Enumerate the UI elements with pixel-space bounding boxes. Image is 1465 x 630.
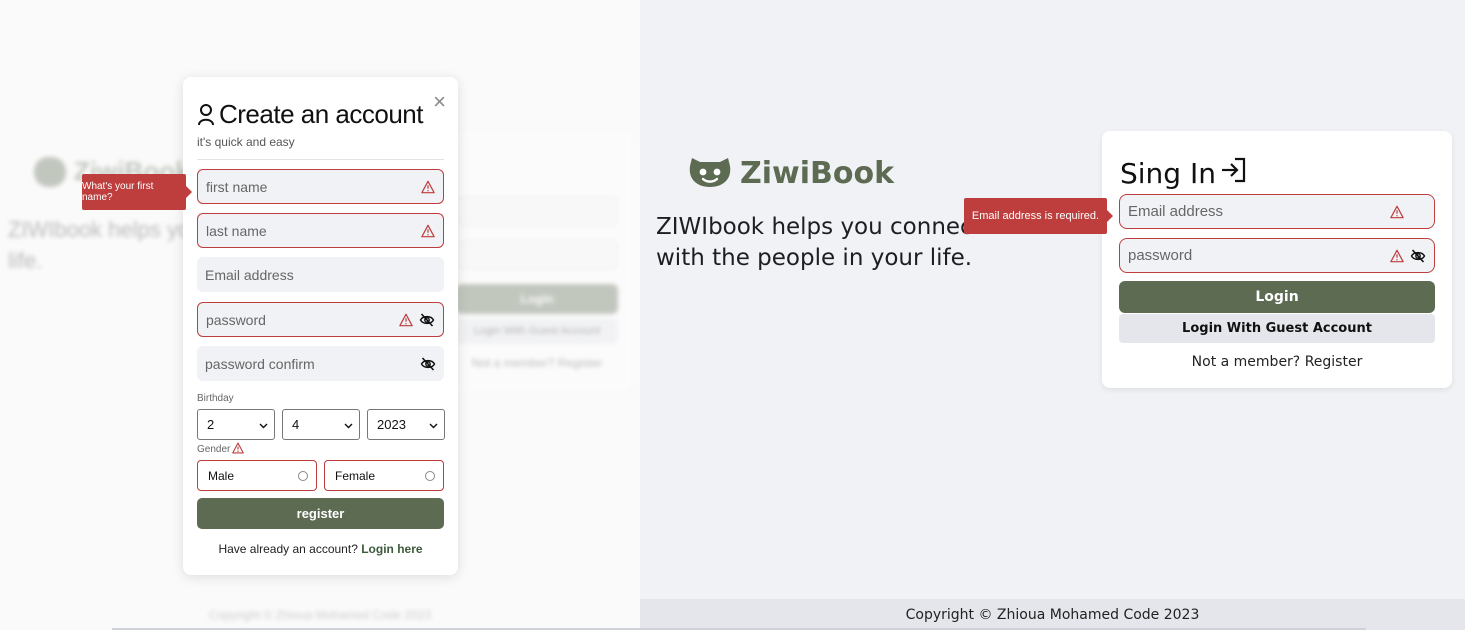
have-account-row: Have already an account? Login here bbox=[183, 542, 458, 556]
first-name-error-tooltip: What's your first name? bbox=[82, 174, 192, 210]
footer: Copyright © Zhioua Mohamed Code 2023 bbox=[640, 599, 1465, 630]
password-field bbox=[1119, 238, 1435, 273]
birthday-row: 2 4 2023 bbox=[197, 409, 445, 440]
first-name-field bbox=[197, 169, 444, 204]
email-error-tooltip: Email address is required. bbox=[964, 198, 1113, 234]
email-input[interactable] bbox=[1128, 203, 1386, 220]
chevron-down-icon bbox=[259, 417, 268, 432]
login-here-link[interactable]: Login here bbox=[361, 542, 422, 556]
radio-button[interactable] bbox=[298, 470, 308, 481]
warning-icon bbox=[417, 224, 435, 238]
chevron-down-icon bbox=[429, 417, 438, 432]
bg-email-field bbox=[456, 196, 618, 226]
divider bbox=[197, 159, 444, 160]
last-name-input[interactable] bbox=[206, 222, 417, 239]
gender-option-label: Female bbox=[335, 468, 376, 483]
password-input[interactable] bbox=[1128, 247, 1386, 264]
ziwibook-logo-icon bbox=[688, 154, 732, 193]
gender-option-female[interactable]: Female bbox=[324, 460, 444, 491]
brand-name: ZiwiBook bbox=[740, 156, 895, 191]
first-name-input[interactable] bbox=[206, 178, 417, 195]
eye-slash-icon[interactable] bbox=[1404, 248, 1426, 264]
login-button[interactable]: Login bbox=[1119, 281, 1435, 313]
bg-guest-button: Login With Guest Account bbox=[456, 318, 618, 344]
login-screen: ZiwiBook ZIWIbook helps you connect and … bbox=[640, 0, 1465, 630]
warning-icon bbox=[395, 313, 413, 327]
warning-icon bbox=[232, 442, 245, 457]
warning-icon bbox=[1386, 205, 1404, 219]
birth-day-value: 2 bbox=[207, 417, 215, 432]
have-account-text: Have already an account? bbox=[218, 542, 358, 556]
gender-option-male[interactable]: Male bbox=[197, 460, 317, 491]
gender-option-label: Male bbox=[208, 468, 235, 483]
email-field bbox=[1119, 194, 1435, 229]
email-field bbox=[197, 257, 444, 292]
sign-in-card: Sing In Login Login With Guest Account N… bbox=[1102, 131, 1452, 388]
sign-in-title: Sing In bbox=[1120, 156, 1248, 191]
bg-logo-icon bbox=[34, 156, 66, 187]
copyright-text: Copyright © Zhioua Mohamed Code 2023 bbox=[905, 607, 1200, 623]
birthday-label: Birthday bbox=[197, 393, 234, 404]
chevron-down-icon bbox=[344, 417, 353, 432]
birth-month-value: 4 bbox=[292, 417, 300, 432]
tagline-line-2: with the people in your life. bbox=[656, 245, 973, 271]
warning-icon bbox=[417, 180, 435, 194]
bg-login-button: Login bbox=[456, 284, 618, 314]
modal-subtitle: it's quick and easy bbox=[197, 135, 295, 149]
eye-slash-icon[interactable] bbox=[414, 356, 436, 372]
birth-year-value: 2023 bbox=[377, 417, 406, 432]
register-link[interactable]: Not a member? Register bbox=[1102, 354, 1452, 370]
last-name-field bbox=[197, 213, 444, 248]
user-icon bbox=[197, 103, 215, 127]
password-confirm-input[interactable] bbox=[205, 355, 414, 372]
modal-title: Create an account bbox=[197, 99, 423, 130]
gender-label-row: Gender bbox=[197, 442, 245, 457]
brand: ZiwiBook bbox=[688, 154, 894, 193]
password-input[interactable] bbox=[206, 311, 395, 328]
password-field bbox=[197, 302, 444, 337]
register-modal: × Create an account it's quick and easy bbox=[183, 77, 458, 575]
warning-icon bbox=[1386, 249, 1404, 263]
bg-password-field bbox=[456, 240, 618, 270]
eye-slash-icon[interactable] bbox=[413, 312, 435, 328]
bg-register-prompt: Not a member? Register bbox=[471, 356, 603, 370]
gender-label: Gender bbox=[197, 444, 231, 455]
tagline-line-1: ZIWIbook helps you connect and share bbox=[656, 214, 986, 240]
register-screen: ZiwiBook ZIWIbook helps you connect and … bbox=[0, 0, 640, 630]
email-input[interactable] bbox=[205, 266, 436, 283]
birth-month-select[interactable]: 4 bbox=[282, 409, 360, 440]
guest-login-button[interactable]: Login With Guest Account bbox=[1119, 314, 1435, 343]
password-confirm-field bbox=[197, 346, 444, 381]
radio-button[interactable] bbox=[425, 470, 435, 481]
register-button[interactable]: register bbox=[197, 498, 444, 529]
close-icon[interactable]: × bbox=[433, 91, 446, 113]
birth-day-select[interactable]: 2 bbox=[197, 409, 275, 440]
gender-options: Male Female bbox=[197, 460, 444, 491]
birth-year-select[interactable]: 2023 bbox=[367, 409, 445, 440]
bg-copyright: Copyright © Zhioua Mohamed Code 2023 bbox=[208, 608, 432, 622]
sign-in-title-text: Sing In bbox=[1120, 157, 1216, 190]
modal-title-text: Create an account bbox=[219, 99, 423, 129]
sign-in-icon bbox=[1220, 156, 1248, 191]
